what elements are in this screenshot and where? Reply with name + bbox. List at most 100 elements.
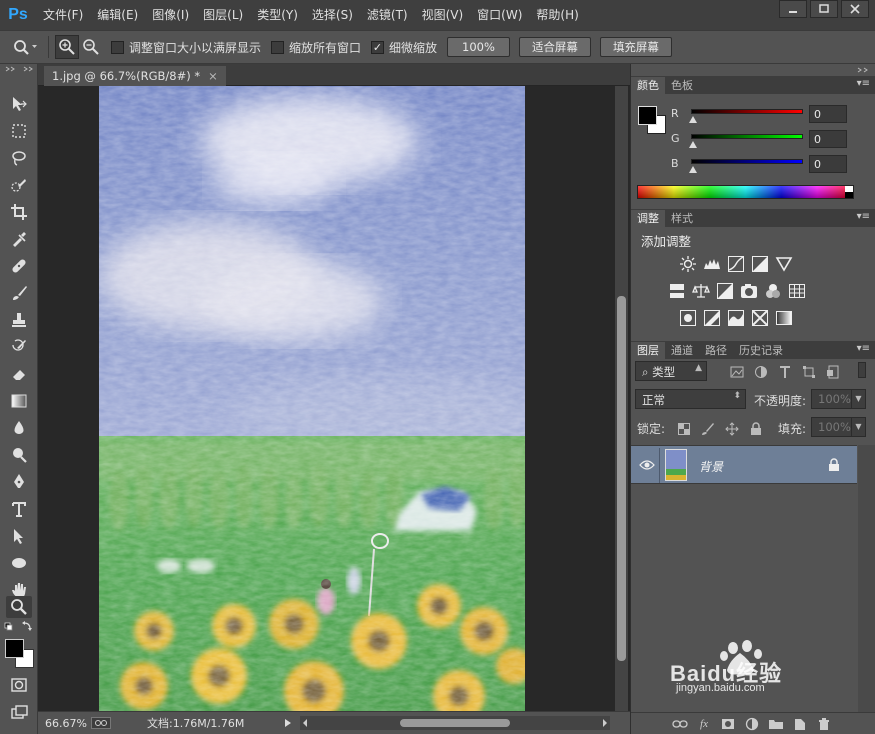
menu-filter[interactable]: 滤镜(T) [360, 0, 415, 30]
menu-help[interactable]: 帮助(H) [529, 0, 585, 30]
move-tool[interactable] [6, 93, 32, 115]
red-value-input[interactable]: 0 [809, 105, 847, 123]
menu-file[interactable]: 文件(F) [36, 0, 90, 30]
actual-pixels-button[interactable]: 100% [447, 37, 510, 57]
close-button[interactable] [841, 0, 869, 18]
fill-input[interactable]: 100% ▼ [811, 417, 866, 437]
blue-slider-thumb[interactable] [689, 166, 697, 173]
image-canvas[interactable] [99, 86, 525, 711]
green-slider-track[interactable] [691, 134, 803, 139]
maximize-button[interactable] [810, 0, 838, 18]
type-tool[interactable] [6, 498, 32, 520]
menu-type[interactable]: 类型(Y) [250, 0, 305, 30]
lock-position-icon[interactable] [721, 420, 743, 438]
curves-icon[interactable] [725, 255, 747, 273]
add-mask-icon[interactable] [717, 715, 739, 733]
filter-shape-icon[interactable] [798, 363, 820, 381]
zoom-all-windows-checkbox[interactable]: 缩放所有窗口 [271, 39, 361, 56]
hue-saturation-icon[interactable] [666, 282, 688, 300]
adjust-panel-menu-icon[interactable]: ▾≡ [857, 211, 870, 222]
green-slider-thumb[interactable] [689, 141, 697, 148]
photo-filter-icon[interactable] [738, 282, 760, 300]
dock-collapse-icon[interactable] [856, 67, 872, 73]
selective-color-icon[interactable] [749, 309, 771, 327]
blue-value-input[interactable]: 0 [809, 155, 847, 173]
lock-all-icon[interactable] [745, 420, 767, 438]
fill-screen-button[interactable]: 填充屏幕 [599, 37, 672, 57]
foreground-color-swatch[interactable] [5, 639, 24, 658]
tab-adjustments[interactable]: 调整 [631, 210, 665, 227]
eyedropper-tool[interactable] [6, 228, 32, 250]
tool-preset-picker[interactable] [8, 35, 42, 59]
posterize-icon[interactable] [701, 309, 723, 327]
filter-smart-object-icon[interactable] [822, 363, 844, 381]
blend-mode-select[interactable]: 正常 ⬍ [635, 389, 746, 409]
path-selection-tool[interactable] [6, 525, 32, 547]
scroll-right-icon[interactable] [602, 719, 608, 727]
zoom-in-button[interactable] [55, 35, 79, 59]
opacity-dropdown-icon[interactable]: ▼ [851, 390, 865, 408]
menu-select[interactable]: 选择(S) [305, 0, 360, 30]
red-slider[interactable]: R 0 [671, 105, 871, 127]
screen-mode-button[interactable] [6, 702, 32, 724]
fx-icon[interactable]: fx [693, 715, 715, 733]
menu-edit[interactable]: 编辑(E) [90, 0, 145, 30]
tab-close-icon[interactable]: × [208, 69, 218, 83]
link-layers-icon[interactable] [669, 715, 691, 733]
panel-menu-icon[interactable]: ▾≡ [857, 78, 870, 89]
zoom-level[interactable]: 66.67% [45, 717, 89, 730]
lasso-tool[interactable] [6, 147, 32, 169]
vibrance-icon[interactable] [773, 255, 795, 273]
layers-panel-menu-icon[interactable]: ▾≡ [857, 343, 870, 354]
scrubby-zoom-checkbox[interactable]: ✓ 细微缩放 [371, 39, 437, 56]
lock-pixels-icon[interactable] [697, 420, 719, 438]
red-slider-thumb[interactable] [689, 116, 697, 123]
color-lookup-icon[interactable] [786, 282, 808, 300]
fit-screen-button[interactable]: 适合屏幕 [518, 37, 591, 57]
layer-filter-select[interactable]: ⌕ 类型 ▲ [635, 361, 707, 381]
new-layer-icon[interactable] [789, 715, 811, 733]
zoom-tool[interactable] [6, 596, 32, 618]
swap-colors-icon[interactable] [4, 620, 36, 634]
blur-tool[interactable] [6, 417, 32, 439]
exposure-icon[interactable] [749, 255, 771, 273]
filter-adjustment-icon[interactable] [750, 363, 772, 381]
blue-slider[interactable]: B 0 [671, 155, 871, 177]
layer-name[interactable]: 背景 [699, 458, 723, 475]
black-white-icon[interactable] [714, 282, 736, 300]
horizontal-scroll-thumb[interactable] [400, 719, 510, 727]
quick-mask-button[interactable] [6, 674, 32, 696]
status-menu-arrow-icon[interactable] [284, 718, 292, 728]
quick-selection-tool[interactable] [6, 174, 32, 196]
history-brush-tool[interactable] [6, 336, 32, 358]
levels-icon[interactable] [701, 255, 723, 273]
gradient-map-icon[interactable] [773, 309, 795, 327]
delete-layer-icon[interactable] [813, 715, 835, 733]
tab-styles[interactable]: 样式 [665, 210, 699, 227]
vertical-scroll-thumb[interactable] [617, 296, 626, 661]
menu-window[interactable]: 窗口(W) [470, 0, 529, 30]
color-balance-icon[interactable] [690, 282, 712, 300]
pen-tool[interactable] [6, 471, 32, 493]
invert-icon[interactable] [677, 309, 699, 327]
brush-tool[interactable] [6, 282, 32, 304]
zoom-out-button[interactable] [79, 35, 103, 59]
tab-swatches[interactable]: 色板 [665, 77, 699, 94]
new-group-icon[interactable] [765, 715, 787, 733]
filter-pixel-icon[interactable] [726, 363, 748, 381]
status-share-icon[interactable] [91, 717, 111, 729]
opacity-input[interactable]: 100% ▼ [811, 389, 866, 409]
healing-brush-tool[interactable] [6, 255, 32, 277]
layer-row-background[interactable]: 背景 [631, 445, 857, 484]
tab-layers[interactable]: 图层 [631, 342, 665, 359]
marquee-tool[interactable] [6, 120, 32, 142]
tab-history[interactable]: 历史记录 [733, 342, 789, 359]
crop-tool[interactable] [6, 201, 32, 223]
gradient-tool[interactable] [6, 390, 32, 412]
resize-windows-checkbox[interactable]: 调整窗口大小以满屏显示 [111, 39, 261, 56]
filter-type-icon[interactable] [774, 363, 796, 381]
color-spectrum-bar[interactable] [637, 185, 854, 199]
minimize-button[interactable] [779, 0, 807, 18]
ellipse-tool[interactable] [6, 552, 32, 574]
vertical-scrollbar[interactable] [615, 86, 628, 711]
